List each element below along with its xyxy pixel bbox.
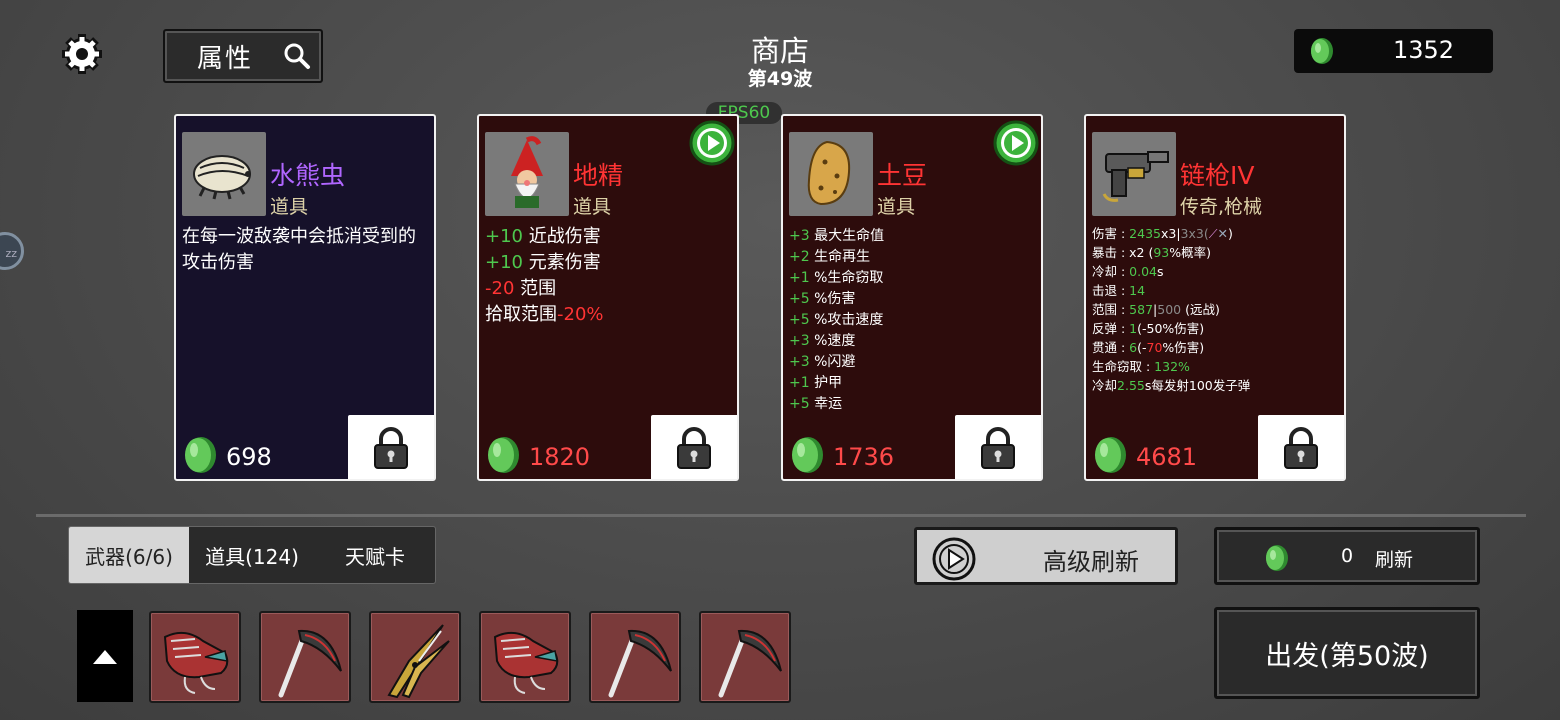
lock-button[interactable] (348, 415, 434, 479)
advanced-refresh-button[interactable]: 高级刷新 (914, 527, 1178, 585)
stat-line: +5 幸运 (789, 396, 843, 412)
weapon-slot[interactable] (699, 611, 791, 703)
stat-line: 范围 : 587|500 (远战) (1092, 302, 1220, 317)
depart-button[interactable]: 出发(第50波) (1214, 607, 1480, 699)
lock-button[interactable] (651, 415, 737, 479)
collapse-toggle-button[interactable] (77, 610, 133, 702)
item-stats: +3 最大生命值 +2 生命再生 +1 %生命窃取 +5 %伤害 +5 %攻击速… (789, 226, 1035, 415)
stat-line: 冷却2.55s每发射100发子弹 (1092, 378, 1251, 393)
shop-card-tardigrade[interactable]: 水熊虫 道具 在每一波敌袭中会抵消受到的攻击伤害 698 (174, 114, 436, 481)
advanced-refresh-label: 高级刷新 (1043, 548, 1139, 576)
padlock-icon (1284, 427, 1318, 469)
attributes-button[interactable]: 属性 (163, 29, 323, 83)
attributes-label: 属性 (197, 43, 254, 74)
shop-card-chain-gun[interactable]: 链枪IV 传奇,枪械 伤害 : 2435x3|3x3(⟋✕) 暴击 : x2 (… (1084, 114, 1346, 481)
refresh-button[interactable]: 0 刷新 (1214, 527, 1480, 585)
tab-talent-cards[interactable]: 天赋卡 (315, 527, 435, 583)
search-icon (284, 43, 310, 69)
coin-icon (488, 437, 519, 473)
chain-gun-icon (1092, 132, 1176, 216)
scythe-icon (718, 629, 782, 698)
item-price: 698 (226, 443, 272, 471)
sleep-bubble[interactable]: zz (0, 232, 24, 270)
gnome-icon (485, 132, 569, 216)
stat-line: +5 %攻击速度 (789, 312, 884, 328)
scythe-mini-icon: ⟋ (1208, 226, 1218, 241)
inventory-tabs: 武器(6/6) 道具(124) 天赋卡 (68, 526, 436, 584)
shears-icon (387, 624, 450, 699)
item-price: 4681 (1136, 443, 1198, 471)
item-type: 道具 (270, 196, 309, 218)
stat-line: 生命窃取 : 132% (1092, 359, 1190, 374)
tab-items[interactable]: 道具(124) (189, 527, 315, 583)
coin-icon (792, 437, 823, 473)
weapon-slot[interactable] (589, 611, 681, 703)
stat-line: 贯通 : 6(-70%伤害) (1092, 340, 1205, 355)
stat-line: -20 范围 (485, 278, 557, 299)
shop-card-potato[interactable]: 土豆 道具 +3 最大生命值 +2 生命再生 +1 %生命窃取 +5 %伤害 +… (781, 114, 1043, 481)
tardigrade-icon (182, 132, 266, 216)
play-video-icon[interactable] (993, 120, 1039, 166)
stat-line: 反弹 : 1(-50%伤害) (1092, 321, 1205, 336)
stat-line: 冷却 : 0.04s (1092, 264, 1164, 279)
stat-line: +3 %速度 (789, 333, 856, 349)
stat-line: +2 生命再生 (789, 249, 871, 265)
stat-line: 拾取范围-20% (485, 304, 604, 325)
stat-line: +3 %闪避 (789, 354, 856, 370)
wave-number: 第49波 (747, 68, 813, 90)
item-name: 水熊虫 (270, 161, 346, 190)
stat-line: +5 %伤害 (789, 291, 856, 307)
item-type: 传奇,枪械 (1180, 196, 1263, 218)
chain-gun-icon (493, 631, 559, 694)
potato-icon (789, 132, 873, 216)
gold-amount: 1352 (1392, 36, 1455, 64)
stat-line: +10 近战伤害 (485, 226, 601, 247)
scythe-icon (608, 629, 672, 698)
refresh-cost: 0 (1341, 545, 1354, 567)
item-name: 链枪IV (1180, 161, 1255, 190)
lock-button[interactable] (955, 415, 1041, 479)
stat-line: 暴击 : x2 (93%概率) (1092, 245, 1212, 260)
stat-line: +3 最大生命值 (789, 228, 885, 244)
weapon-slot[interactable] (479, 611, 571, 703)
item-name: 地精 (573, 161, 624, 190)
play-video-icon (932, 537, 976, 581)
padlock-icon (981, 427, 1015, 469)
refresh-label: 刷新 (1375, 549, 1414, 571)
coin-icon (185, 437, 216, 473)
weapon-slot[interactable] (149, 611, 241, 703)
item-price: 1736 (833, 443, 895, 471)
stat-line: +10 元素伤害 (485, 252, 601, 273)
stat-line: 击退 : 14 (1092, 283, 1146, 298)
weapon-slot[interactable] (259, 611, 351, 703)
stat-line: +1 护甲 (789, 375, 843, 391)
item-name: 土豆 (877, 161, 928, 190)
weapon-slot[interactable] (369, 611, 461, 703)
scythe-icon (278, 629, 342, 698)
chain-gun-icon (163, 631, 229, 694)
lock-button[interactable] (1258, 415, 1344, 479)
gold-display: 1352 (1294, 29, 1493, 73)
weapon-stats: 伤害 : 2435x3|3x3(⟋✕) 暴击 : x2 (93%概率) 冷却 :… (1092, 224, 1338, 395)
item-stats: +10 近战伤害 +10 元素伤害 -20 范围 拾取范围-20% (485, 224, 731, 328)
triangle-up-icon (93, 650, 117, 664)
stat-line: +1 %生命窃取 (789, 270, 884, 286)
item-description: 在每一波敌袭中会抵消受到的攻击伤害 (182, 226, 416, 273)
shop-card-gnome[interactable]: 地精 道具 +10 近战伤害 +10 元素伤害 -20 范围 拾取范围-20% … (477, 114, 739, 481)
settings-gear-icon[interactable] (60, 32, 104, 76)
padlock-icon (374, 427, 408, 469)
section-divider (36, 514, 1526, 517)
coin-icon (1095, 437, 1126, 473)
item-type: 道具 (877, 196, 916, 218)
play-video-icon[interactable] (689, 120, 735, 166)
coin-icon (1311, 38, 1333, 64)
item-price: 1820 (529, 443, 591, 471)
stat-line: 伤害 : 2435x3|3x3(⟋✕) (1092, 226, 1233, 241)
item-type: 道具 (573, 196, 612, 218)
padlock-icon (677, 427, 711, 469)
tab-weapons[interactable]: 武器(6/6) (69, 527, 189, 583)
coin-icon (1266, 545, 1288, 571)
cross-mini-icon: ✕ (1217, 226, 1228, 241)
